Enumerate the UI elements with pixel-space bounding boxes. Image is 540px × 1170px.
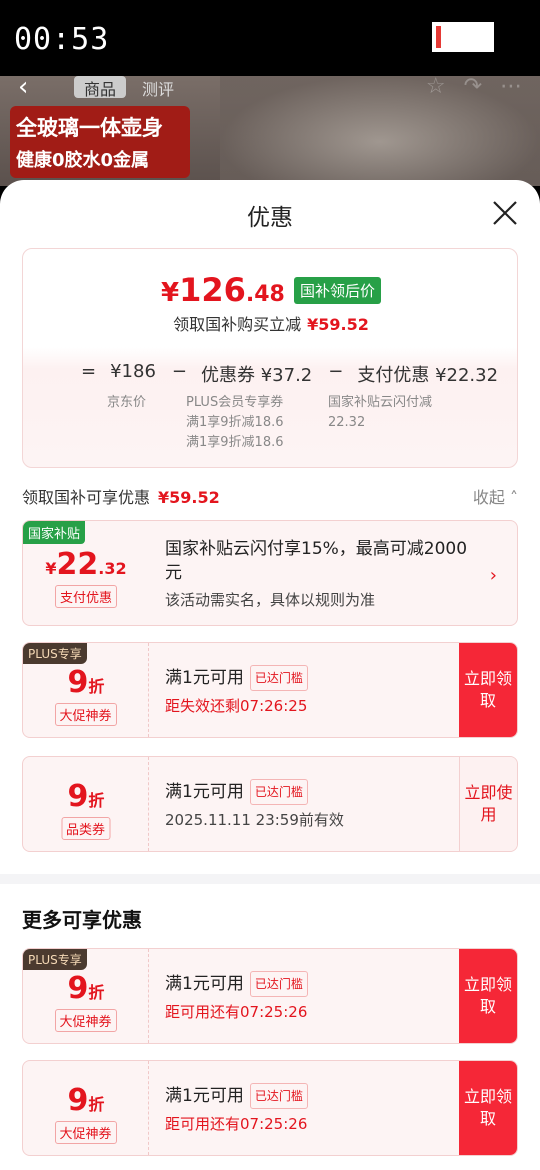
- claim-button[interactable]: 立即领取: [459, 949, 517, 1043]
- threshold-met-badge: 已达门槛: [249, 665, 308, 691]
- base-price: ¥186: [110, 361, 156, 382]
- close-icon[interactable]: [492, 200, 518, 226]
- more-discounts-title: 更多可享优惠: [22, 908, 142, 932]
- status-bar: 00:53: [0, 0, 540, 76]
- more-coupon-card: PLUS专享 9折 大促神券 满1元可用 已达门槛 距可用还有07:25:26 立…: [22, 948, 518, 1044]
- gov-subsidy-tag: 国家补贴: [23, 521, 86, 544]
- plus-tag: PLUS专享: [23, 643, 87, 664]
- coupon-title: 满1元可用: [165, 782, 244, 802]
- banner-line2: 健康0胶水0金属: [16, 150, 150, 171]
- price-badge: 国补领后价: [293, 276, 381, 304]
- final-price: ¥126.48: [161, 271, 285, 309]
- coupon-countdown: 距可用还有07:25:26: [165, 1115, 308, 1133]
- payment-breakdown: 国家补贴云闪付减 22.32: [328, 395, 433, 430]
- coupon-expiry: 2025.11.11 23:59前有效: [165, 811, 344, 829]
- payment-discount: 支付优惠 ¥22.32: [357, 365, 499, 386]
- coupon-title: 满1元可用: [165, 1086, 244, 1106]
- coupon-amount: 9折: [67, 665, 105, 700]
- tab-product[interactable]: 商品: [74, 76, 127, 99]
- threshold-met-badge: 已达门槛: [249, 971, 308, 997]
- claim-button[interactable]: 立即领取: [459, 643, 517, 737]
- base-price-label: 京东价: [107, 395, 147, 410]
- coupon-title: 国家补贴云闪付享15%，最高可减2000元: [165, 539, 468, 583]
- price-summary-card: ¥126.48 国补领后价 领取国补购买立减 ¥59.52 = ¥186 − 优惠…: [22, 248, 518, 468]
- product-banner: 全玻璃一体壶身 健康0胶水0金属: [10, 106, 190, 178]
- plus-tag: PLUS专享: [23, 949, 87, 970]
- threshold-met-badge: 已达门槛: [249, 1083, 308, 1109]
- subsidy-summary: 领取国补购买立减 ¥59.52: [173, 315, 369, 334]
- plus-coupon-card: PLUS专享 9折 大促神券 满1元可用 已达门槛 距失效还剩07:26:25 立…: [22, 642, 518, 738]
- discount-sheet: 优惠 ¥126.48 国补领后价 领取国补购买立减 ¥59.52 = ¥186 −…: [0, 180, 540, 1170]
- banner-line1: 全玻璃一体壶身: [16, 116, 163, 140]
- coupon-kind: 大促神券: [54, 1009, 117, 1032]
- chevron-right-icon: ›: [489, 565, 497, 586]
- claim-button[interactable]: 立即领取: [459, 1061, 517, 1155]
- coupon-kind: 品类券: [60, 817, 111, 840]
- coupon-kind: 大促神券: [54, 1121, 117, 1144]
- coupon-discount: 优惠券 ¥37.2: [201, 365, 313, 386]
- threshold-met-badge: 已达门槛: [249, 779, 308, 805]
- coupon-title: 满1元可用: [165, 668, 244, 688]
- coupon-countdown: 距失效还剩07:26:25: [165, 697, 308, 715]
- status-time: 00:53: [14, 22, 110, 57]
- gov-subsidy-header: 领取国补可享优惠 ¥59.52: [22, 488, 220, 507]
- coupon-amount: 9折: [67, 779, 105, 814]
- back-icon[interactable]: ‹: [18, 76, 28, 102]
- collapse-button[interactable]: 收起 ˄: [473, 484, 518, 508]
- more-coupon-card: 9折 大促神券 满1元可用 已达门槛 距可用还有07:25:26 立即领取: [22, 1060, 518, 1156]
- coupon-kind: 支付优惠: [54, 585, 118, 608]
- coupon-kind: 大促神券: [54, 703, 117, 726]
- sheet-title: 优惠: [247, 205, 293, 231]
- battery-icon: [432, 22, 494, 52]
- product-tabs: 商品 测评: [74, 76, 184, 99]
- section-divider: [0, 874, 540, 884]
- coupon-title: 满1元可用: [165, 974, 244, 994]
- coupon-desc: 该活动需实名，具体以规则为准: [165, 591, 376, 609]
- product-page-backdrop: ‹ 商品 测评 ☆ ↷ ⋯ 全玻璃一体壶身 健康0胶水0金属: [0, 76, 540, 186]
- coupon-amount: ¥22.32: [45, 547, 127, 582]
- gov-subsidy-card[interactable]: 国家补贴 ¥22.32 支付优惠 国家补贴云闪付享15%，最高可减2000元 该…: [22, 520, 518, 626]
- coupon-countdown: 距可用还有07:25:26: [165, 1003, 308, 1021]
- product-image: [220, 76, 540, 186]
- tab-review[interactable]: 测评: [132, 76, 184, 99]
- coupon-amount: 9折: [67, 971, 105, 1006]
- category-coupon-card: 9折 品类券 满1元可用 已达门槛 2025.11.11 23:59前有效 立即使…: [22, 756, 518, 852]
- price-formula: = ¥186 − 优惠券 ¥37.2 − 支付优惠 ¥22.32: [81, 361, 499, 386]
- coupon-breakdown: PLUS会员专享券 满1享9折减18.6 满1享9折减18.6: [186, 395, 284, 450]
- coupon-amount: 9折: [67, 1083, 105, 1118]
- use-button[interactable]: 立即使用: [459, 757, 517, 851]
